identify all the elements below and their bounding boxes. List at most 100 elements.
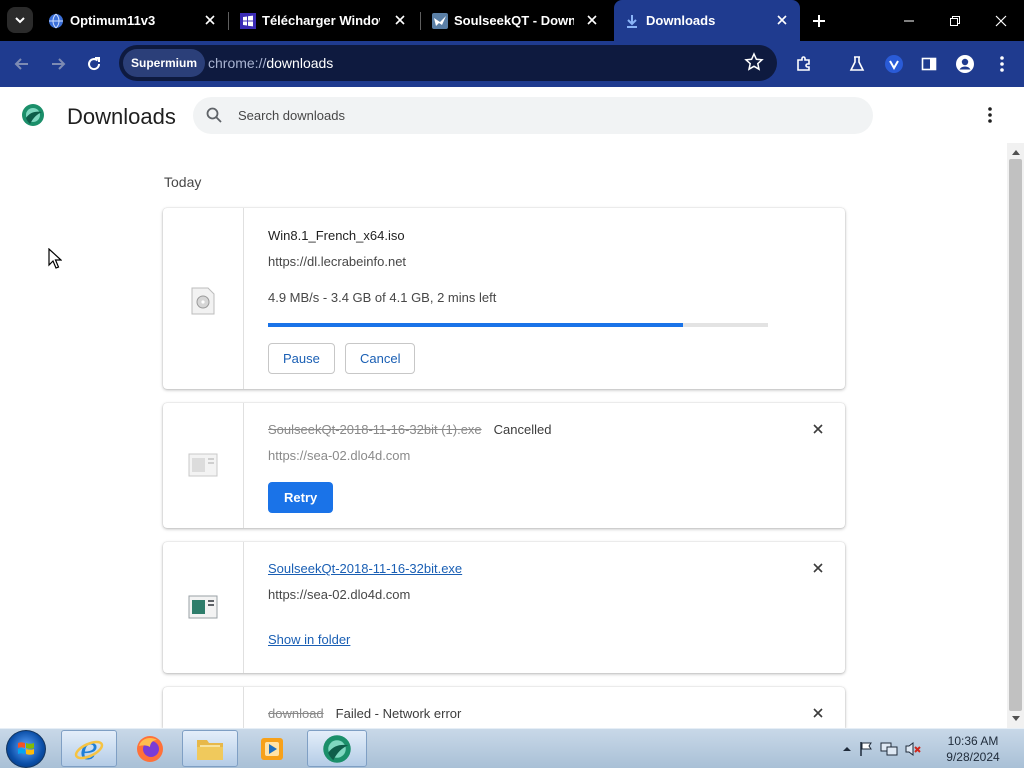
labs-button[interactable] [844, 51, 870, 77]
file-icon-column [163, 208, 244, 389]
taskbar-clock[interactable]: 10:36 AM 9/28/2024 [934, 733, 1012, 765]
vpn-extension-button[interactable] [881, 51, 907, 77]
scroll-down-arrow[interactable] [1007, 712, 1024, 726]
download-item-failed: download Failed - Network error [163, 687, 845, 728]
download-progress-bar [268, 323, 768, 327]
minimize-button[interactable] [897, 9, 921, 33]
network-icon[interactable] [880, 741, 898, 757]
pause-button[interactable]: Pause [268, 343, 335, 374]
side-panel-button[interactable] [916, 51, 942, 77]
close-tab-icon[interactable] [392, 12, 408, 28]
retry-button[interactable]: Retry [268, 482, 334, 513]
extensions-button[interactable] [791, 51, 817, 77]
taskbar-internet-explorer[interactable]: e [61, 730, 117, 767]
page-scrollbar[interactable] [1007, 143, 1024, 728]
download-filename[interactable]: Win8.1_French_x64.iso [268, 228, 405, 243]
taskbar-file-explorer[interactable] [182, 730, 238, 767]
download-progress-fill [268, 323, 683, 327]
tab-title: Optimum11v3 [70, 13, 156, 28]
remove-from-list-button[interactable] [808, 703, 828, 723]
close-tab-icon[interactable] [202, 12, 218, 28]
download-filename-row: SoulseekQt-2018-11-16-32bit (1).exe Cance… [268, 422, 551, 437]
remove-from-list-button[interactable] [808, 419, 828, 439]
download-source-url[interactable]: https://sea-02.dlo4d.com [268, 448, 410, 463]
taskbar-supermium[interactable] [307, 730, 367, 767]
bookmark-star-icon[interactable] [744, 52, 764, 72]
close-icon [813, 424, 823, 434]
chevron-down-icon [15, 17, 25, 24]
scroll-up-arrow[interactable] [1007, 145, 1024, 159]
download-item-in-progress: Win8.1_French_x64.iso https://dl.lecrabe… [163, 208, 845, 389]
reload-icon [88, 57, 101, 71]
address-bar[interactable]: Supermium chrome://downloads [119, 45, 777, 81]
windows-logo-icon [18, 742, 34, 755]
tab-soulseek[interactable]: SoulseekQT - Downlo [428, 0, 608, 41]
puzzle-icon [797, 56, 810, 71]
tab-optimum[interactable]: Optimum11v3 [44, 0, 224, 41]
new-tab-button[interactable] [810, 12, 828, 30]
file-icon-column [163, 542, 244, 673]
page-title: Downloads [67, 104, 176, 129]
close-icon [813, 708, 823, 718]
tab-telecharger[interactable]: Télécharger Windows [236, 0, 416, 41]
reload-button[interactable] [81, 51, 107, 77]
system-tray [842, 739, 922, 759]
address-url[interactable]: chrome://downloads [208, 55, 333, 71]
browser-menu-button[interactable] [989, 51, 1015, 77]
downloads-header: Downloads [0, 87, 1024, 143]
clock-time: 10:36 AM [947, 734, 999, 748]
action-center-flag-icon[interactable] [858, 741, 874, 757]
download-item-cancelled: SoulseekQt-2018-11-16-32bit (1).exe Cance… [163, 403, 845, 528]
shield-extension-icon [885, 55, 903, 73]
download-filename[interactable]: SoulseekQt-2018-11-16-32bit (1).exe [268, 422, 482, 437]
avatar-icon [956, 55, 974, 73]
close-icon [995, 15, 1007, 27]
download-filename[interactable]: download [268, 706, 324, 721]
profile-button[interactable] [952, 51, 978, 77]
close-tab-icon[interactable] [584, 12, 600, 28]
remove-from-list-button[interactable] [808, 558, 828, 578]
taskbar-media-player[interactable] [244, 730, 300, 767]
tray-expand-icon[interactable] [842, 744, 852, 754]
volume-muted-icon[interactable] [904, 741, 922, 757]
minimize-icon [904, 20, 914, 22]
globe-icon [49, 13, 63, 29]
download-filename-row: download Failed - Network error [268, 706, 461, 721]
restore-icon [950, 16, 960, 26]
svg-text:e: e [80, 734, 98, 764]
firefox-icon [137, 735, 163, 762]
start-button[interactable] [6, 730, 46, 768]
forward-button[interactable] [45, 51, 71, 77]
supermium-icon [323, 734, 351, 763]
scroll-thumb[interactable] [1009, 159, 1022, 711]
tab-downloads[interactable]: Downloads [614, 0, 800, 41]
supermium-logo-icon [22, 104, 44, 126]
plus-icon [813, 15, 825, 27]
back-button[interactable] [9, 51, 35, 77]
close-tab-icon[interactable] [774, 12, 790, 28]
show-in-folder-link[interactable]: Show in folder [268, 632, 350, 647]
download-source-url[interactable]: https://dl.lecrabeinfo.net [268, 254, 406, 269]
flask-icon [849, 56, 865, 71]
tab-search-button[interactable] [7, 7, 33, 33]
site-chip[interactable]: Supermium [123, 49, 206, 77]
close-window-button[interactable] [989, 9, 1013, 33]
search-input[interactable] [238, 105, 838, 125]
page-menu-button[interactable] [980, 104, 1000, 126]
clock-date: 9/28/2024 [946, 750, 1000, 764]
download-source-url[interactable]: https://sea-02.dlo4d.com [268, 587, 410, 602]
taskbar-firefox[interactable] [122, 730, 178, 767]
arrow-left-icon [14, 58, 28, 70]
exe-file-icon-dim [188, 453, 218, 477]
download-progress-text: 4.9 MB/s - 3.4 GB of 4.1 GB, 2 mins left [268, 290, 497, 305]
windows-logo-icon [240, 13, 256, 29]
restore-button[interactable] [943, 9, 967, 33]
more-vertical-icon [988, 107, 992, 123]
download-status: Failed - Network error [335, 706, 462, 721]
cancel-button[interactable]: Cancel [345, 343, 416, 374]
date-section-header: Today [164, 174, 202, 190]
search-downloads[interactable] [193, 97, 873, 134]
arrow-right-icon [52, 58, 66, 70]
windows-taskbar: e 10:36 AM 9/28/2024 [0, 728, 1024, 768]
download-filename-link[interactable]: SoulseekQt-2018-11-16-32bit.exe [268, 561, 462, 576]
